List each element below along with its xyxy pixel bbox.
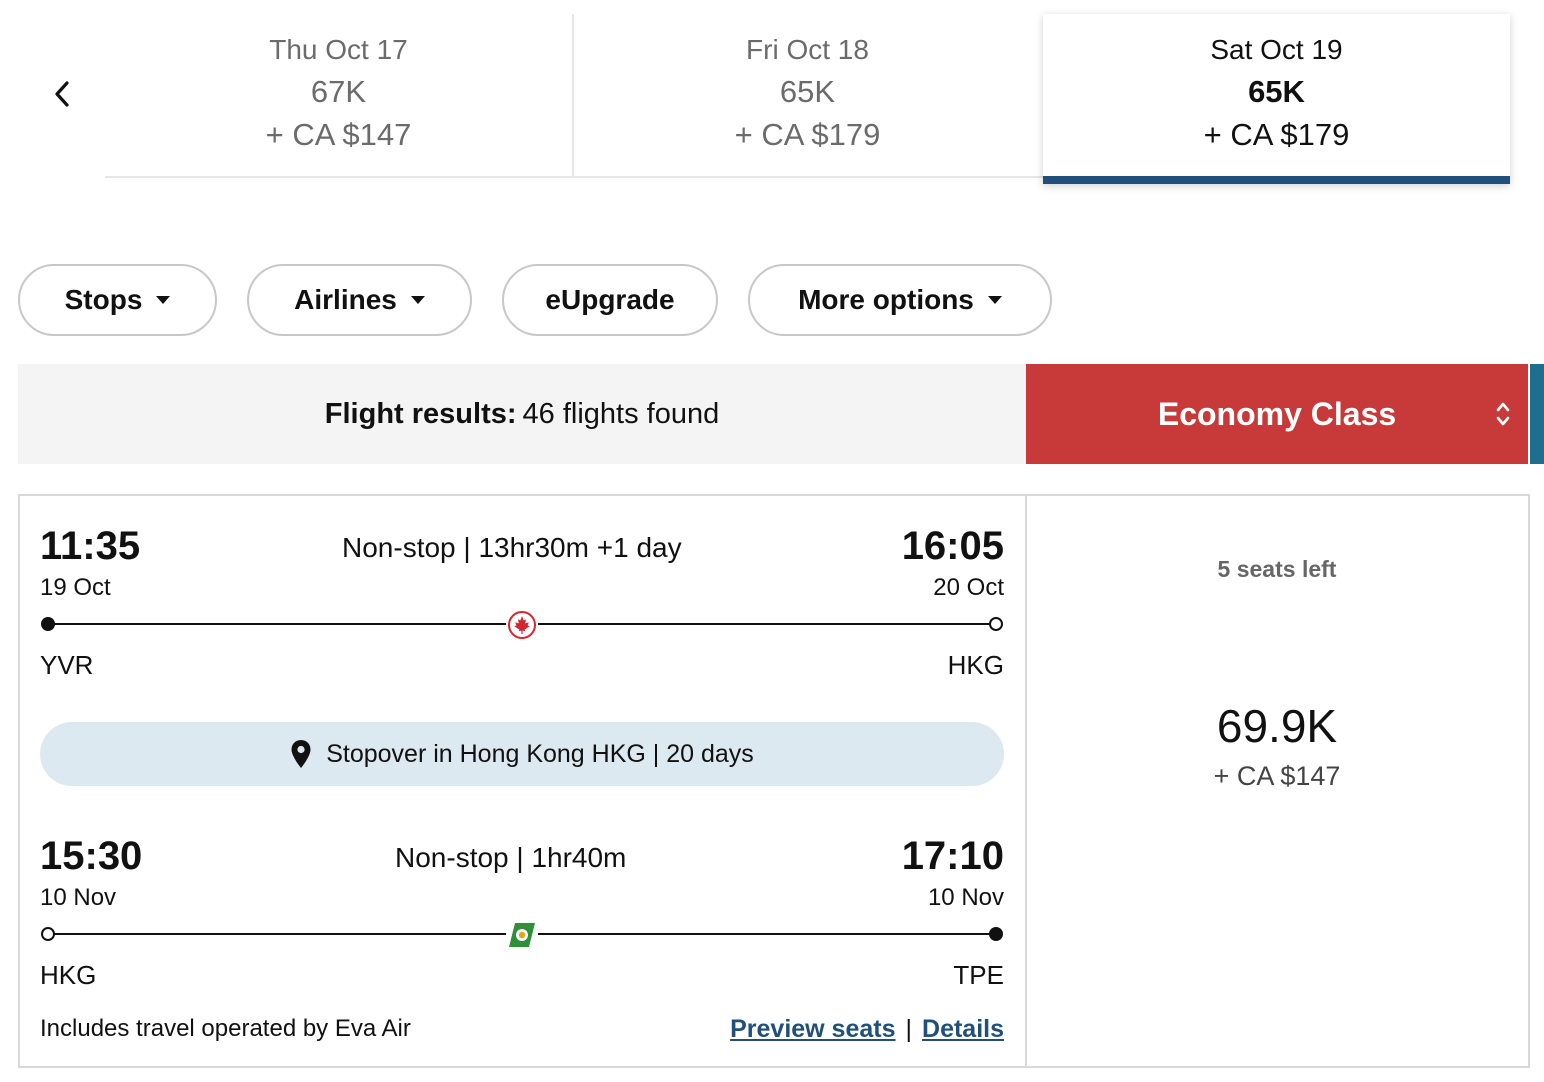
stops-filter-button[interactable]: Stops [18, 264, 217, 336]
stopover-banner: Stopover in Hong Kong HKG | 20 days [40, 722, 1004, 786]
date-points: 65K [1248, 74, 1305, 109]
operated-by-note: Includes travel operated by Eva Air [40, 1015, 411, 1042]
segment-2-departure-date: 10 Nov [40, 884, 117, 911]
seats-left-label: 5 seats left [1217, 556, 1337, 582]
cabin-class-selector[interactable]: Economy Class [1026, 364, 1528, 464]
flight-links: Preview seats | Details [730, 1014, 1004, 1044]
date-points: 65K [779, 74, 836, 109]
segment-2-destination-airport: TPE [953, 960, 1004, 990]
caret-down-icon [987, 296, 1002, 304]
sort-arrows-icon [1496, 402, 1510, 426]
link-separator: | [905, 1015, 913, 1043]
segment-2-departure-time: 15:30 [40, 834, 143, 878]
more-options-filter-button[interactable]: More options [748, 264, 1052, 336]
origin-dot-icon [41, 927, 55, 941]
destination-dot-icon [989, 927, 1003, 941]
date-label: Thu Oct 17 [269, 34, 408, 65]
date-label: Fri Oct 18 [746, 34, 869, 65]
segment-1-origin-airport: YVR [40, 650, 94, 680]
segment-1-day-offset: +1 day [596, 532, 682, 563]
segment-2-arrival-time: 17:10 [901, 834, 1004, 878]
origin-dot-icon [41, 617, 55, 631]
segment-1-departure-time: 11:35 [40, 524, 141, 568]
segment-2-origin-airport: HKG [40, 960, 97, 990]
segment-2-duration: Non-stop | 1hr40m [395, 842, 627, 873]
stopover-text: Stopover in Hong Kong HKG | 20 days [326, 739, 754, 768]
more-options-filter-label: More options [798, 284, 974, 315]
airlines-filter-label: Airlines [294, 284, 397, 315]
date-label: Sat Oct 19 [1210, 34, 1343, 65]
eupgrade-filter-button[interactable]: eUpgrade [502, 264, 718, 336]
previous-dates-button[interactable] [40, 72, 84, 116]
caret-down-icon [410, 296, 425, 304]
fare-points: 69.9K [1216, 700, 1338, 752]
segment-1-destination-airport: HKG [947, 650, 1004, 680]
date-option-thu-oct-17[interactable]: Thu Oct 17 67K + CA $147 [105, 14, 572, 176]
eva-air-tail-icon [506, 919, 538, 951]
date-points: 67K [310, 74, 367, 109]
date-option-fri-oct-18[interactable]: Fri Oct 18 65K + CA $179 [574, 14, 1041, 176]
results-label: Flight results: [324, 397, 517, 430]
preview-seats-link[interactable]: Preview seats [730, 1014, 895, 1044]
airlines-filter-button[interactable]: Airlines [247, 264, 472, 336]
flight-results-summary: Flight results: 46 flights found [18, 364, 1026, 464]
results-count: 46 flights found [522, 397, 720, 430]
segment-1-duration-text: Non-stop | 13hr30m [342, 532, 589, 563]
cabin-class-label: Economy Class [1157, 395, 1397, 432]
date-cash: + CA $179 [1203, 117, 1350, 152]
segment-2-arrival-date: 10 Nov [927, 884, 1004, 911]
date-cash: + CA $179 [734, 117, 881, 152]
map-pin-icon [291, 740, 311, 768]
stops-filter-label: Stops [64, 284, 143, 315]
date-cash: + CA $147 [265, 117, 412, 152]
destination-dot-icon [989, 617, 1003, 631]
segment-1-arrival-date: 20 Oct [933, 574, 1004, 601]
caret-down-icon [156, 296, 171, 304]
chevron-left-icon [55, 81, 69, 107]
air-canada-maple-leaf-icon [506, 609, 538, 641]
segment-1-arrival-time: 16:05 [901, 524, 1004, 568]
date-option-sat-oct-19-selected[interactable]: Sat Oct 19 65K + CA $179 [1043, 14, 1510, 184]
details-link[interactable]: Details [922, 1014, 1004, 1044]
eupgrade-filter-label: eUpgrade [545, 284, 675, 315]
fare-cash: + CA $147 [1213, 761, 1341, 791]
next-cabin-column-edge [1530, 364, 1544, 464]
segment-1-departure-date: 19 Oct [40, 574, 111, 601]
segment-1-duration: Non-stop | 13hr30m +1 day [342, 532, 682, 564]
